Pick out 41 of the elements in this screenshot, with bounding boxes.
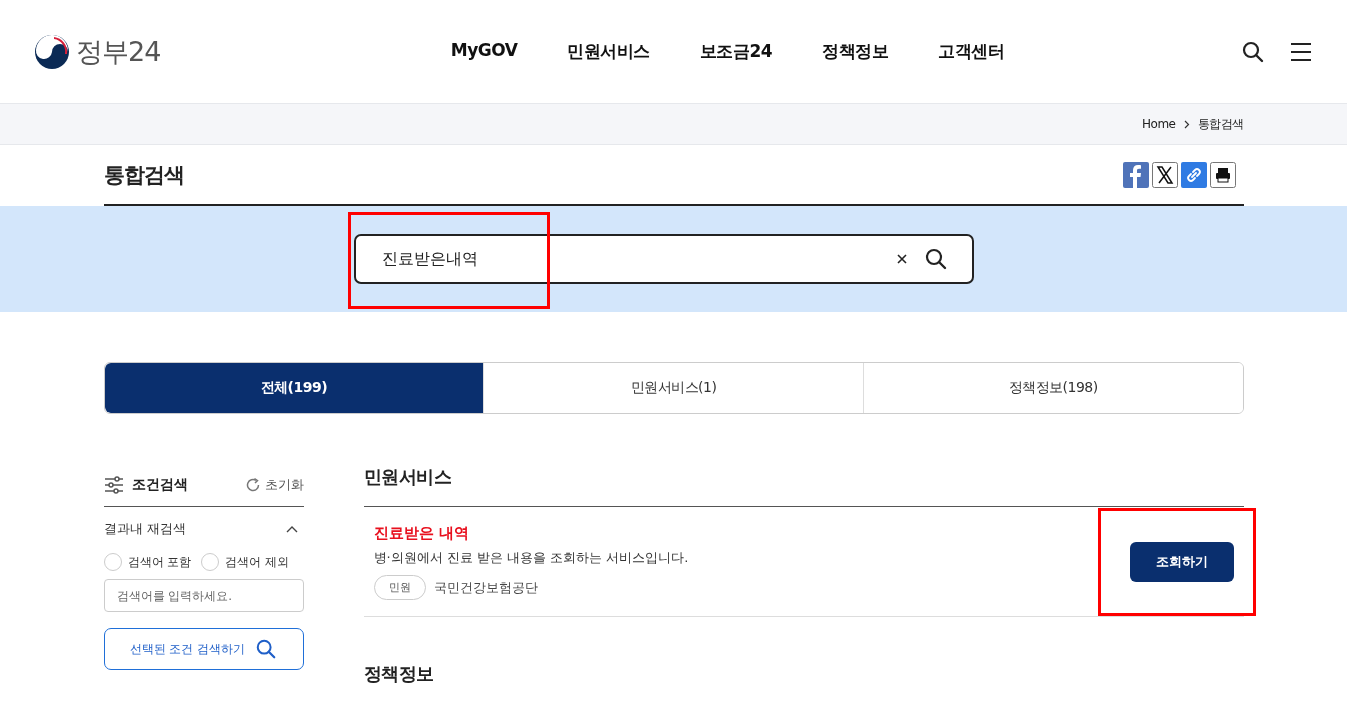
tab[interactable]: 정책정보(198) bbox=[862, 363, 1243, 413]
search-icon bbox=[255, 638, 278, 660]
breadcrumb-link[interactable]: Home bbox=[1142, 117, 1176, 131]
radio-button[interactable] bbox=[201, 553, 220, 571]
agency-name: 국민건강보험공단 bbox=[433, 578, 538, 597]
page-title: 통합검색 bbox=[103, 161, 184, 189]
chevron-up-icon[interactable] bbox=[285, 525, 298, 533]
nav-link[interactable]: 고객센터 bbox=[938, 40, 1005, 63]
search-input[interactable]: 진료받은내역 bbox=[381, 249, 896, 269]
breadcrumb-link[interactable]: 통합검색 bbox=[1197, 115, 1244, 133]
clear-icon[interactable] bbox=[895, 253, 908, 265]
link-icon[interactable] bbox=[1180, 161, 1207, 188]
reset-button[interactable]: 초기화 bbox=[244, 476, 304, 494]
section-heading: 정책정보 bbox=[363, 662, 435, 686]
option-label: 검색어 포함 bbox=[127, 553, 192, 571]
result-title-link[interactable]: 진료받은 내역 bbox=[373, 524, 469, 542]
result-description: 병·의원에서 진료 받은 내용을 조회하는 서비스입니다. bbox=[373, 549, 689, 567]
nav-link[interactable]: 보조금24 bbox=[699, 40, 773, 63]
search-icon[interactable] bbox=[1241, 39, 1265, 64]
refresh-icon bbox=[244, 477, 261, 493]
chevron-right-icon bbox=[1183, 119, 1190, 129]
search-icon[interactable] bbox=[923, 247, 948, 271]
option-label: 검색어 제외 bbox=[225, 553, 290, 571]
section-heading: 민원서비스 bbox=[363, 465, 452, 489]
logo-link[interactable]: 정부24 bbox=[76, 33, 161, 70]
x-logo-icon[interactable] bbox=[1151, 161, 1178, 188]
facebook-icon[interactable] bbox=[1122, 161, 1149, 188]
tab[interactable]: 전체(199) bbox=[104, 363, 484, 413]
condition-search-button[interactable]: 선택된 조건 검색하기 bbox=[103, 628, 304, 670]
search-field[interactable]: 진료받은내역 bbox=[353, 234, 974, 284]
radio-button[interactable] bbox=[103, 553, 122, 571]
sliders-icon bbox=[103, 476, 124, 494]
filter-title: 조건검색 bbox=[131, 476, 188, 494]
nav-link[interactable]: 민원서비스 bbox=[567, 40, 650, 63]
section-label: 결과내 재검색 bbox=[103, 520, 186, 538]
view-button[interactable]: 조회하기 bbox=[1129, 541, 1234, 582]
nav-link[interactable]: MyGOV bbox=[450, 40, 518, 63]
printer-icon[interactable] bbox=[1209, 161, 1236, 188]
emblem-icon bbox=[34, 33, 70, 70]
keyword-field[interactable]: 검색어를 입력하세요. bbox=[103, 579, 304, 612]
nav-link[interactable]: 정책정보 bbox=[822, 40, 889, 63]
